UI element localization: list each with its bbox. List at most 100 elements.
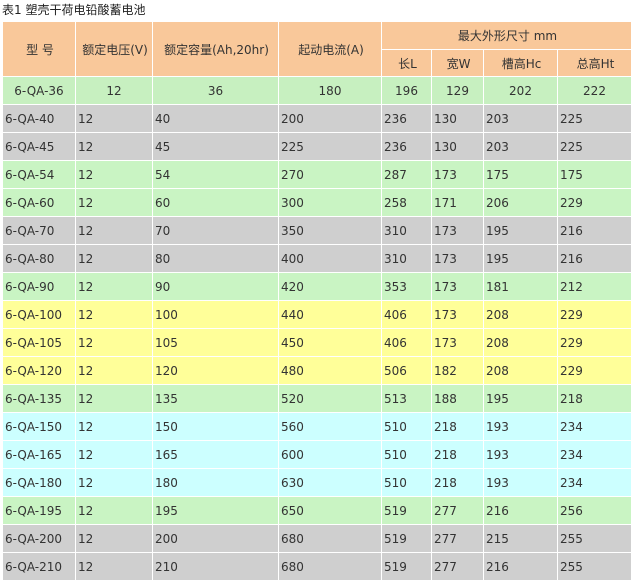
cell-capacity: 60 (152, 188, 279, 217)
cell-total-height: 256 (556, 496, 633, 525)
cell-length: 510 (381, 440, 432, 469)
cell-total-height: 218 (556, 384, 633, 413)
cell-capacity: 210 (152, 552, 279, 581)
table-row: 6-QA-165 12 165 600 510 218 193 234 (2, 440, 633, 469)
cell-width: 130 (431, 104, 484, 133)
cell-slot-height: 193 (483, 468, 558, 497)
header-total-height: 总高Ht (556, 49, 633, 77)
cell-model: 6-QA-40 (2, 104, 76, 133)
cell-current: 450 (278, 328, 382, 357)
cell-width: 277 (431, 552, 484, 581)
cell-length: 310 (381, 216, 432, 245)
table-row: 6-QA-54 12 54 270 287 173 175 175 (2, 160, 633, 189)
cell-slot-height: 216 (483, 552, 558, 581)
cell-slot-height: 181 (483, 272, 558, 301)
cell-voltage: 12 (75, 552, 153, 581)
cell-model: 6-QA-120 (2, 356, 76, 385)
cell-length: 353 (381, 272, 432, 301)
cell-model: 6-QA-200 (2, 524, 76, 553)
table-row: 6-QA-180 12 180 630 510 218 193 234 (2, 468, 633, 497)
cell-current: 350 (278, 216, 382, 245)
cell-model: 6-QA-195 (2, 496, 76, 525)
cell-current: 300 (278, 188, 382, 217)
cell-current: 480 (278, 356, 382, 385)
cell-current: 680 (278, 524, 382, 553)
cell-model: 6-QA-45 (2, 132, 76, 161)
cell-capacity: 36 (152, 76, 279, 105)
cell-voltage: 12 (75, 496, 153, 525)
cell-voltage: 12 (75, 524, 153, 553)
cell-current: 600 (278, 440, 382, 469)
cell-capacity: 150 (152, 412, 279, 441)
cell-slot-height: 193 (483, 440, 558, 469)
cell-length: 310 (381, 244, 432, 273)
cell-length: 513 (381, 384, 432, 413)
cell-capacity: 54 (152, 160, 279, 189)
cell-model: 6-QA-80 (2, 244, 76, 273)
cell-length: 236 (381, 132, 432, 161)
cell-model: 6-QA-100 (2, 300, 76, 329)
cell-model: 6-QA-180 (2, 468, 76, 497)
cell-current: 560 (278, 412, 382, 441)
cell-capacity: 70 (152, 216, 279, 245)
table-row: 6-QA-150 12 150 560 510 218 193 234 (2, 412, 633, 441)
cell-capacity: 40 (152, 104, 279, 133)
header-dimensions: 最大外形尺寸 mm (380, 21, 633, 50)
cell-width: 218 (431, 440, 484, 469)
table-row-first: 6-QA-36 12 36 180 196 129 202 222 (2, 76, 633, 105)
cell-voltage: 12 (75, 76, 153, 105)
cell-current: 420 (278, 272, 382, 301)
cell-model: 6-QA-90 (2, 272, 76, 301)
cell-width: 173 (431, 328, 484, 357)
cell-voltage: 12 (75, 244, 153, 273)
cell-slot-height: 193 (483, 412, 558, 441)
cell-voltage: 12 (75, 188, 153, 217)
table-row: 6-QA-135 12 135 520 513 188 195 218 (2, 384, 633, 413)
cell-capacity: 105 (152, 328, 279, 357)
cell-length: 519 (381, 496, 432, 525)
table-row: 6-QA-80 12 80 400 310 173 195 216 (2, 244, 633, 273)
cell-total-height: 225 (556, 104, 633, 133)
cell-total-height: 255 (556, 524, 633, 553)
cell-slot-height: 206 (483, 188, 558, 217)
cell-length: 196 (381, 76, 432, 105)
cell-length: 510 (381, 468, 432, 497)
cell-capacity: 45 (152, 132, 279, 161)
cell-total-height: 229 (556, 328, 633, 357)
cell-length: 406 (381, 328, 432, 357)
cell-voltage: 12 (75, 356, 153, 385)
cell-capacity: 100 (152, 300, 279, 329)
cell-width: 277 (431, 524, 484, 553)
cell-model: 6-QA-135 (2, 384, 76, 413)
table-row: 6-QA-45 12 45 225 236 130 203 225 (2, 132, 633, 161)
header-slot-height: 槽高Hc (483, 49, 558, 77)
cell-total-height: 222 (556, 76, 633, 105)
cell-length: 519 (381, 524, 432, 553)
cell-total-height: 229 (556, 356, 633, 385)
cell-width: 218 (431, 412, 484, 441)
cell-model: 6-QA-210 (2, 552, 76, 581)
table-row: 6-QA-105 12 105 450 406 173 208 229 (2, 328, 633, 357)
cell-model: 6-QA-70 (2, 216, 76, 245)
cell-width: 173 (431, 300, 484, 329)
cell-model: 6-QA-60 (2, 188, 76, 217)
cell-capacity: 180 (152, 468, 279, 497)
cell-width: 218 (431, 468, 484, 497)
cell-total-height: 225 (556, 132, 633, 161)
cell-slot-height: 203 (483, 104, 558, 133)
cell-model: 6-QA-105 (2, 328, 76, 357)
cell-voltage: 12 (75, 384, 153, 413)
table-caption: 表1 塑壳干荷电铅酸蓄电池 (2, 3, 146, 17)
cell-capacity: 80 (152, 244, 279, 273)
cell-slot-height: 195 (483, 216, 558, 245)
cell-slot-height: 175 (483, 160, 558, 189)
cell-model: 6-QA-54 (2, 160, 76, 189)
cell-total-height: 212 (556, 272, 633, 301)
cell-slot-height: 216 (483, 496, 558, 525)
cell-model: 6-QA-150 (2, 412, 76, 441)
cell-voltage: 12 (75, 272, 153, 301)
cell-width: 129 (431, 76, 484, 105)
battery-spec-table: 型 号 额定电压(V) 额定容量(Ah,20hr) 起动电流(A) 最大外形尺寸… (2, 21, 633, 581)
table-row: 6-QA-60 12 60 300 258 171 206 229 (2, 188, 633, 217)
cell-current: 440 (278, 300, 382, 329)
